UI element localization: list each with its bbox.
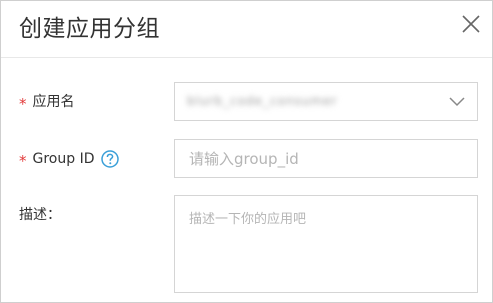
group-id-label: Group ID (32, 151, 95, 167)
description-label: 描述： (19, 207, 61, 223)
group-id-field-wrapper (174, 139, 478, 178)
chevron-down-icon (449, 95, 465, 114)
group-id-label-row: * Group ID (19, 149, 120, 170)
app-name-label: 应用名 (32, 94, 75, 110)
group-id-input[interactable] (175, 140, 477, 177)
app-name-label-row: * 应用名 (19, 92, 75, 113)
app-name-select[interactable]: blurb_code_consumer (174, 82, 478, 121)
app-name-selected-value: blurb_code_consumer (187, 94, 338, 108)
dialog-title: 创建应用分组 (19, 16, 160, 42)
description-label-row: 描述： (19, 205, 61, 225)
question-circle-icon[interactable] (101, 150, 120, 168)
required-mark: * (19, 95, 27, 113)
dialog-header: 创建应用分组 (1, 1, 492, 58)
required-mark: * (19, 152, 27, 170)
description-field-wrapper (174, 195, 478, 293)
close-icon[interactable] (460, 13, 482, 35)
description-textarea[interactable] (175, 196, 477, 292)
create-app-group-dialog: 创建应用分组 * 应用名 blurb_code_consumer * Group… (0, 0, 493, 303)
